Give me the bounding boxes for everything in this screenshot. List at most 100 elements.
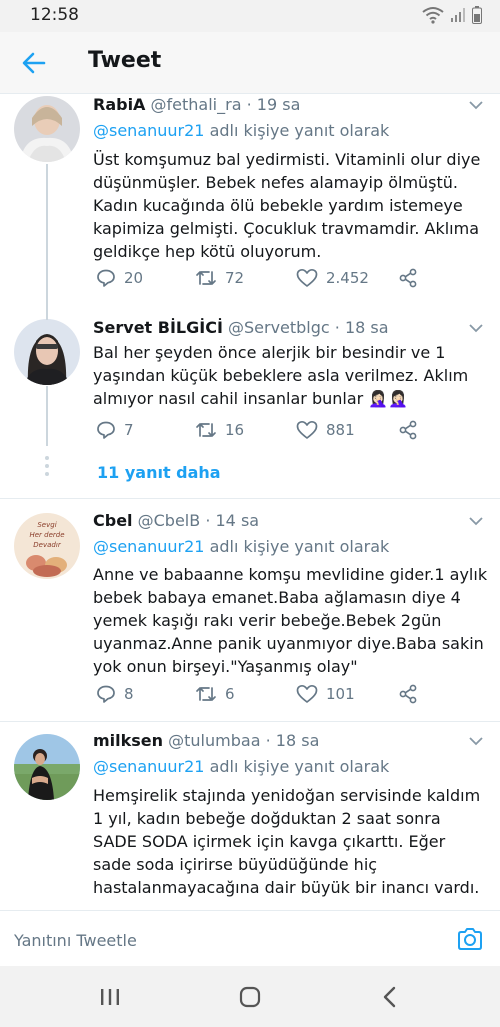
share-button[interactable]: [398, 268, 418, 288]
reply-mention[interactable]: @senanuur21: [93, 537, 204, 556]
signal-icon: [451, 8, 465, 22]
like-button[interactable]: 881: [296, 420, 355, 440]
chevron-down-icon[interactable]: [468, 735, 484, 747]
like-icon: [296, 420, 318, 439]
share-button[interactable]: [398, 684, 418, 704]
retweet-button[interactable]: 72: [195, 268, 244, 288]
tweet-actions: 7 16 881: [93, 420, 473, 444]
reply-context: @senanuur21 adlı kişiye yanıt olarak: [93, 537, 389, 556]
tweet-header: milksen @tulumbaa · 18 sa: [93, 731, 320, 750]
retweet-button[interactable]: 16: [195, 420, 244, 440]
tweet-item[interactable]: Sevgi Her derde Devadır Cbel @CbelB · 14 s…: [0, 499, 500, 721]
like-button[interactable]: 101: [296, 684, 355, 704]
thread-line: [46, 314, 48, 320]
tweet-text: Üst komşumuz bal yedirmisti. Vitaminli o…: [93, 150, 481, 261]
reply-context-label: adlı kişiye yanıt olarak: [204, 757, 390, 776]
tweet-actions: 8 6 101: [93, 684, 473, 708]
avatar[interactable]: [14, 319, 80, 385]
like-count: 2.452: [326, 269, 369, 287]
user-handle: @Servetblgc: [227, 318, 330, 337]
avatar-caption-1: Sevgi: [37, 521, 56, 529]
tweet-time: 14 sa: [215, 511, 260, 530]
user-handle: @fethali_ra: [150, 95, 242, 114]
thread-dots: [44, 456, 50, 480]
tweet-header: Servet BİLGİCİ @Servetblgc · 18 sa: [93, 318, 389, 337]
retweet-icon: [196, 271, 216, 285]
status-time: 12:58: [30, 5, 79, 25]
tweet-item[interactable]: Servet BİLGİCİ @Servetblgc · 18 sa Bal h…: [0, 314, 500, 496]
retweet-count: 72: [225, 269, 245, 287]
tweet-header: RabiA @fethali_ra · 19 sa: [93, 95, 301, 114]
reply-button[interactable]: 20: [96, 268, 143, 288]
back-arrow-icon[interactable]: [20, 49, 48, 77]
reply-count: 7: [124, 421, 134, 439]
chevron-down-icon[interactable]: [468, 99, 484, 111]
status-bar: 12:58: [0, 0, 500, 32]
tweet-text: Hemşirelik stajında yenidoğan servisinde…: [93, 786, 481, 897]
like-icon: [296, 684, 318, 703]
tweet-header: Cbel @CbelB · 14 sa: [93, 511, 260, 530]
reply-context-label: adlı kişiye yanıt olarak: [204, 537, 390, 556]
tweet-item[interactable]: milksen @tulumbaa · 18 sa @senanuur21 ad…: [0, 722, 500, 910]
like-button[interactable]: 2.452: [296, 268, 369, 288]
reply-context-label: adlı kişiye yanıt olarak: [204, 121, 390, 140]
reply-button[interactable]: 8: [96, 684, 134, 704]
share-icon: [399, 268, 417, 288]
system-nav-bar: [0, 966, 500, 1027]
reply-button[interactable]: 7: [96, 420, 134, 440]
tweet-text: Anne ve babaanne komşu mevlidine gider.1…: [93, 565, 488, 676]
share-icon: [399, 420, 417, 440]
display-name[interactable]: milksen: [93, 731, 163, 750]
tweet-time: 19 sa: [256, 95, 301, 114]
display-name[interactable]: Servet BİLGİCİ: [93, 318, 223, 337]
retweet-button[interactable]: 6: [195, 684, 235, 704]
reply-context: @senanuur21 adlı kişiye yanıt olarak: [93, 121, 389, 140]
nav-back-icon[interactable]: [376, 983, 404, 1011]
chevron-down-icon[interactable]: [468, 322, 484, 334]
page-title: Tweet: [88, 48, 162, 73]
camera-icon[interactable]: [456, 925, 484, 953]
reply-count: 8: [124, 685, 134, 703]
retweet-icon: [196, 423, 216, 437]
share-icon: [399, 684, 417, 704]
avatar[interactable]: [14, 96, 80, 162]
retweet-count: 16: [225, 421, 245, 439]
tweet-time: 18 sa: [344, 318, 389, 337]
tweet-actions: 20 72 2.452: [93, 268, 473, 292]
reply-context: @senanuur21 adlı kişiye yanıt olarak: [93, 757, 389, 776]
avatar[interactable]: Sevgi Her derde Devadır: [14, 513, 80, 579]
home-icon[interactable]: [236, 983, 264, 1011]
avatar-caption-2: Her derde: [29, 531, 64, 539]
reply-icon: [97, 269, 115, 287]
reply-icon: [97, 685, 115, 703]
top-bar: Tweet: [0, 32, 500, 94]
avatar[interactable]: [14, 734, 80, 800]
thread-line: [46, 164, 48, 316]
like-count: 881: [326, 421, 355, 439]
reply-icon: [97, 421, 115, 439]
wifi-icon: [422, 7, 444, 24]
avatar-caption-3: Devadır: [33, 541, 62, 549]
recents-icon[interactable]: [96, 983, 124, 1011]
chevron-down-icon[interactable]: [468, 515, 484, 527]
retweet-count: 6: [225, 685, 235, 703]
reply-mention[interactable]: @senanuur21: [93, 121, 204, 140]
tweet-item[interactable]: RabiA @fethali_ra · 19 sa @senanuur21 ad…: [0, 94, 500, 316]
reply-mention[interactable]: @senanuur21: [93, 757, 204, 776]
display-name[interactable]: RabiA: [93, 95, 145, 114]
reply-composer[interactable]: Yanıtını Tweetle: [0, 910, 500, 966]
like-icon: [296, 268, 318, 287]
tweet-feed: RabiA @fethali_ra · 19 sa @senanuur21 ad…: [0, 94, 500, 910]
user-handle: @tulumbaa: [168, 731, 261, 750]
more-replies-link[interactable]: 11 yanıt daha: [97, 463, 221, 482]
like-count: 101: [326, 685, 355, 703]
tweet-text: Bal her şeyden önce alerjik bir besindir…: [93, 343, 469, 408]
thread-line: [46, 386, 48, 446]
reply-input-placeholder[interactable]: Yanıtını Tweetle: [14, 931, 137, 950]
share-button[interactable]: [398, 420, 418, 440]
display-name[interactable]: Cbel: [93, 511, 133, 530]
tweet-time: 18 sa: [275, 731, 320, 750]
reply-count: 20: [124, 269, 144, 287]
user-handle: @CbelB: [137, 511, 201, 530]
retweet-icon: [196, 687, 216, 701]
